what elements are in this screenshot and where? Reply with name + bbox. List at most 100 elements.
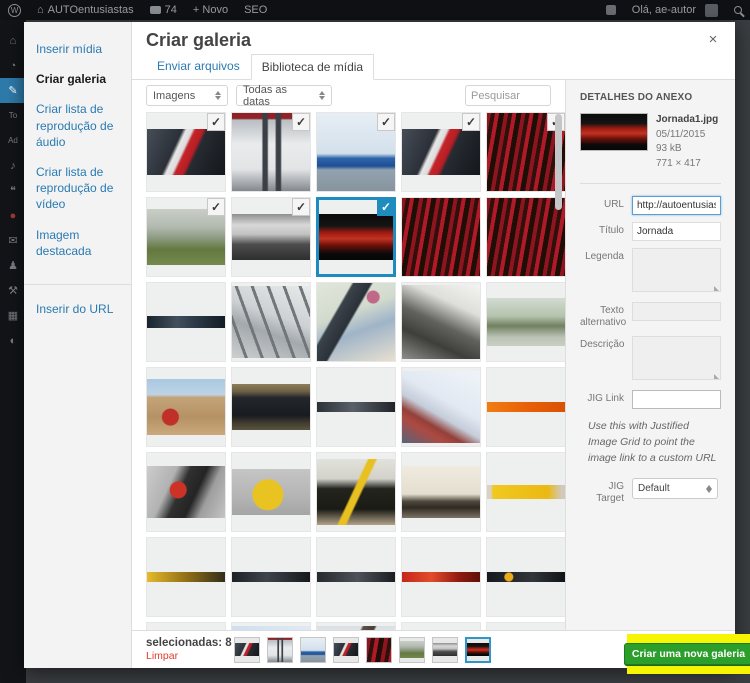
attachment-gold-strip[interactable] (146, 537, 226, 617)
attachment-orange-strip[interactable] (486, 367, 565, 447)
admin-menu-users-icon[interactable]: ♟ (0, 253, 26, 278)
attachment-mercedes-front[interactable]: ✓ (146, 112, 226, 192)
caption-field[interactable] (632, 248, 721, 292)
attachment-ski-scene[interactable] (316, 622, 396, 630)
attachment-red-berries-2[interactable] (401, 197, 481, 277)
new-content-menu[interactable]: + Novo (185, 0, 236, 20)
attachment-dark-strip-2[interactable] (231, 537, 311, 617)
admin-menu-red-badge-icon[interactable]: ● (0, 203, 26, 228)
attachment-blue-roadster[interactable]: ✓ (316, 112, 396, 192)
attachment-dark-strip[interactable] (316, 367, 396, 447)
wp-logo-menu[interactable]: W (0, 0, 29, 20)
attachment-race-car[interactable] (231, 367, 311, 447)
attachment-car-crash[interactable] (399, 637, 425, 663)
notification-icon[interactable] (598, 0, 624, 20)
divider (580, 183, 721, 184)
attachment-mirror-collage[interactable] (316, 282, 396, 362)
create-gallery-button[interactable]: Criar uma nova galeria (624, 643, 750, 665)
attachment-white-porsche[interactable] (267, 637, 293, 663)
admin-menu-settings-icon[interactable]: ▦ (0, 303, 26, 328)
admin-menu-collapse-menu-icon[interactable]: ◐ (0, 328, 26, 353)
site-name: AUTOentusiastas (48, 4, 134, 16)
attachment-dark-strip-3[interactable] (316, 537, 396, 617)
admin-menu-menu-to[interactable]: To (0, 103, 26, 128)
attachment-yellow-tractor[interactable] (231, 452, 311, 532)
attachment-mercedes-front-2[interactable] (333, 637, 359, 663)
bw-classic-car-image (433, 643, 457, 657)
attachment-jornada-red-car[interactable]: ✓ (316, 197, 396, 277)
attachment-panorama-strip[interactable] (146, 282, 226, 362)
attachment-car-interior[interactable] (401, 282, 481, 362)
url-field[interactable] (632, 196, 721, 215)
description-field[interactable] (632, 336, 721, 380)
media-date-filter[interactable]: Todas as datas (236, 85, 332, 106)
jig-link-label: JIG Link (580, 390, 632, 405)
check-icon: ✓ (377, 113, 395, 131)
admin-menu-posts-icon[interactable]: ✎ (0, 78, 26, 103)
scrollbar-thumb[interactable] (555, 114, 562, 210)
attachment-fighter-jet[interactable] (231, 622, 311, 630)
search-input[interactable] (465, 85, 551, 106)
mercedes-front-image (235, 643, 259, 657)
tab-upload-files[interactable]: Enviar arquivos (146, 53, 251, 79)
sidebar-heading: DETALHES DO ANEXO (580, 92, 721, 103)
attachment-mercedes-front[interactable] (234, 637, 260, 663)
admin-menu-jetpack-icon[interactable]: ◔ (0, 53, 26, 78)
description-label: Descrição (580, 336, 632, 351)
attachment-white-porsche[interactable]: ✓ (231, 112, 311, 192)
attachment-jornada-red-car[interactable] (465, 637, 491, 663)
close-icon[interactable]: × (703, 30, 723, 50)
menu-item-inserir-m-dia[interactable]: Inserir mídia (24, 34, 131, 64)
attachment-blue-roadster[interactable] (300, 637, 326, 663)
attachment-bw-classic-car[interactable]: ✓ (231, 197, 311, 277)
attachments-browser: Imagens Todas as datas ✓✓✓✓✓✓✓✓ (132, 80, 565, 630)
attachment-seatbelt-clip[interactable] (146, 452, 226, 532)
attachment-red-berries[interactable]: ✓ (486, 112, 565, 192)
title-field[interactable] (632, 222, 721, 241)
admin-menu-contact-icon[interactable]: ✉ (0, 228, 26, 253)
admin-menu-dashboard-icon[interactable]: ⌂ (0, 28, 26, 53)
account-menu[interactable]: Olá, ae-autor (624, 0, 726, 20)
jornada-red-car-image (317, 214, 395, 259)
attachment-street-signature[interactable] (486, 282, 565, 362)
search-toggle[interactable] (726, 0, 750, 20)
attachment-red-strip[interactable] (401, 537, 481, 617)
attachment-dark-strip-4[interactable] (486, 622, 565, 630)
menu-item-inserir-do-url[interactable]: Inserir do URL (24, 284, 131, 324)
comments-link[interactable]: 74 (142, 0, 185, 20)
attachment-black-yellow-taxi[interactable] (316, 452, 396, 532)
car-interior-image (402, 285, 480, 359)
admin-menu-tools-icon[interactable]: ⚒ (0, 278, 26, 303)
attachment-red-berries[interactable] (366, 637, 392, 663)
alt-text-field[interactable] (632, 302, 721, 321)
tab-media-library[interactable]: Biblioteca de mídia (251, 54, 374, 80)
attachment-desert-truck[interactable] (146, 367, 226, 447)
title-label: Título (580, 222, 632, 237)
clear-selection-link[interactable]: Limpar (146, 650, 234, 662)
jig-link-field[interactable] (632, 390, 721, 409)
site-name-link[interactable]: ⌂ AUTOentusiastas (29, 0, 142, 20)
attachment-spot-strip[interactable] (486, 537, 565, 617)
attachment-crosswalk-view[interactable] (231, 282, 311, 362)
attachment-mercedes-front-2[interactable]: ✓ (401, 112, 481, 192)
jig-target-select[interactable]: Default (632, 478, 718, 499)
attachment-orange-strip-2[interactable] (401, 622, 481, 630)
menu-item-criar-galeria[interactable]: Criar galeria (24, 64, 131, 94)
menu-item-criar-lista-de-reprodu-o-de-udio[interactable]: Criar lista de reprodução de áudio (24, 94, 131, 157)
menu-item-criar-lista-de-reprodu-o-de-v-deo[interactable]: Criar lista de reprodução de vídeo (24, 157, 131, 220)
attachment-burnout-smoke[interactable] (401, 367, 481, 447)
attachment-red-berries-3[interactable] (486, 197, 565, 277)
admin-menu-comments-icon[interactable]: ❝ (0, 178, 26, 203)
attachment-yellow-strip[interactable] (486, 452, 565, 532)
tab-bar: Enviar arquivos Biblioteca de mídia (132, 54, 735, 80)
admin-menu-media-icon[interactable]: ♪ (0, 153, 26, 178)
menu-item-imagem-destacada[interactable]: Imagem destacada (24, 220, 131, 266)
admin-menu-menu-ad[interactable]: Ad (0, 128, 26, 153)
attachment-scooter-wheelie[interactable] (401, 452, 481, 532)
media-type-filter[interactable]: Imagens (146, 85, 228, 106)
blue-roadster-image (301, 638, 325, 662)
seo-menu[interactable]: SEO (236, 0, 275, 20)
attachment-bw-classic-car[interactable] (432, 637, 458, 663)
attachment-car-crash[interactable]: ✓ (146, 197, 226, 277)
attachment-sunset-strip[interactable] (146, 622, 226, 630)
